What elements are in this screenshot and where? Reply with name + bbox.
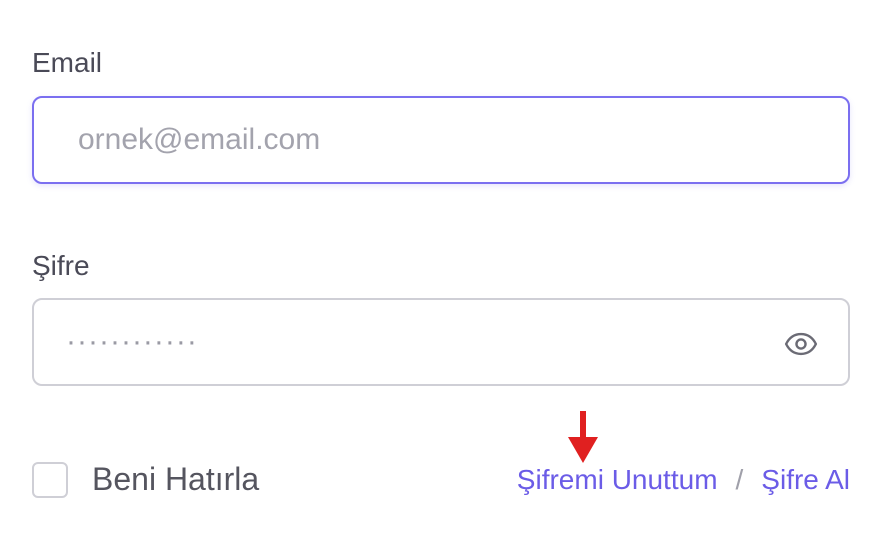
auth-links: Şifremi Unuttum / Şifre Al <box>517 466 850 494</box>
email-field-container <box>32 96 850 184</box>
eye-icon[interactable] <box>784 327 818 361</box>
password-field-container <box>32 298 850 386</box>
email-field[interactable] <box>34 98 848 182</box>
remember-checkbox[interactable] <box>32 461 68 498</box>
remember-me[interactable]: Beni Hatırla <box>32 461 259 498</box>
get-password-link[interactable]: Şifre Al <box>761 466 850 494</box>
arrow-down-icon <box>568 411 598 463</box>
password-label: Şifre <box>32 250 90 281</box>
forgot-password-link[interactable]: Şifremi Unuttum <box>517 466 718 494</box>
links-separator: / <box>735 464 744 495</box>
email-label: Email <box>32 47 103 78</box>
remember-label: Beni Hatırla <box>92 461 260 497</box>
password-field[interactable] <box>34 300 848 384</box>
login-form: Email Şifre Beni Hatırla Şifremi Unuttum… <box>0 0 885 547</box>
